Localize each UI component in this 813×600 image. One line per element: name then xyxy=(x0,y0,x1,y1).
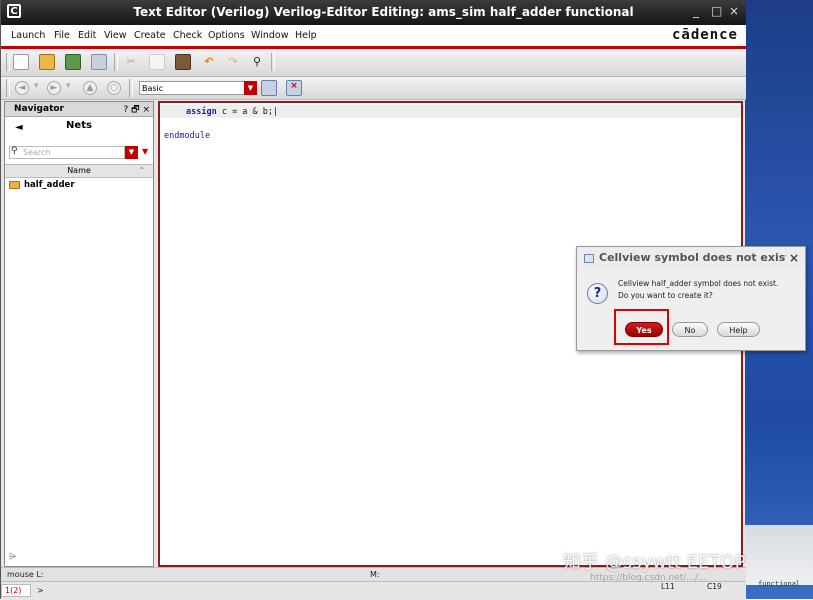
hierarchy-icon[interactable]: ⩥ xyxy=(9,552,16,562)
column-indicator: C19 xyxy=(707,582,722,591)
navigator-title: Navigator xyxy=(14,104,64,114)
workspace-combo[interactable]: Basic ▼ xyxy=(139,81,257,95)
forward-dropdown-icon[interactable]: ▾ xyxy=(66,81,71,91)
navigator-section-title: Nets xyxy=(66,120,92,131)
desktop-light-area xyxy=(745,525,813,585)
search-placeholder: Search xyxy=(23,148,51,157)
dialog-close-icon[interactable]: × xyxy=(785,247,799,269)
search-dropdown-icon[interactable]: ▼ xyxy=(142,147,148,156)
back-nav-icon[interactable]: ◄ xyxy=(15,81,29,95)
navigator-header: Navigator ? 🗗 × xyxy=(5,102,153,117)
toolbar-separator xyxy=(114,53,118,71)
command-prompt[interactable]: > xyxy=(37,582,44,599)
yes-button-highlight-box xyxy=(614,309,669,345)
question-icon: ? xyxy=(587,283,608,304)
workspace-combo-value: Basic xyxy=(142,84,164,93)
maximize-button[interactable]: □ xyxy=(711,4,722,18)
close-window-button[interactable]: × xyxy=(729,4,739,18)
toolbar-separator xyxy=(271,53,275,71)
code-text: c = a & b; xyxy=(216,107,274,117)
forward-nav-icon[interactable]: ► xyxy=(47,81,61,95)
no-button[interactable]: No xyxy=(672,322,708,337)
name-column-header[interactable]: Name ⌃ xyxy=(5,164,153,178)
new-file-icon[interactable] xyxy=(13,54,29,70)
watermark-text: 知乎 @ssywtt EETOP xyxy=(563,552,746,573)
up-nav-icon[interactable]: ▲ xyxy=(83,81,97,95)
menu-view[interactable]: View xyxy=(104,30,127,41)
code-line[interactable]: endmodule xyxy=(164,131,210,141)
dialog-message-line1: Cellview half_adder symbol does not exis… xyxy=(618,279,779,288)
command-status-bar: 1(2) > L11 C19 xyxy=(1,581,746,600)
search-options-icon[interactable]: ▼ xyxy=(125,146,138,159)
window-icon xyxy=(584,253,594,263)
menu-file[interactable]: File xyxy=(54,30,70,41)
menu-window[interactable]: Window xyxy=(251,30,288,41)
open-folder-icon[interactable] xyxy=(39,54,55,70)
toolbar-separator xyxy=(6,79,10,97)
save-icon[interactable] xyxy=(91,54,107,70)
list-item-label: half_adder xyxy=(24,180,75,190)
window-title: Text Editor (Verilog) Verilog-Editor Edi… xyxy=(133,5,634,19)
dialog-message-line2: Do you want to create it? xyxy=(618,291,713,300)
redo-icon[interactable]: ↷ xyxy=(225,54,241,70)
create-symbol-dialog: Cellview symbol does not exist × ? Cellv… xyxy=(576,246,806,351)
undo-icon[interactable]: ↶ xyxy=(201,54,217,70)
code-line[interactable]: assign c = a & b;| xyxy=(186,107,278,117)
list-item[interactable]: half_adder xyxy=(9,180,75,190)
sort-arrow-icon: ⌃ xyxy=(138,166,145,175)
navigator-search-input[interactable]: ⚲ Search xyxy=(9,146,125,159)
refresh-nav-icon[interactable]: ○ xyxy=(107,81,121,95)
code-keyword: assign xyxy=(186,107,217,117)
secondary-toolbar: ◄ ▾ ► ▾ ▲ ○ xyxy=(1,77,746,100)
mouse-left-status: mouse L: xyxy=(7,570,44,579)
combo-dropdown-icon[interactable]: ▼ xyxy=(244,81,257,95)
copy-icon[interactable] xyxy=(149,54,165,70)
menu-help[interactable]: Help xyxy=(295,30,317,41)
main-toolbar: ✂ ↶ ↷ ⚲ xyxy=(1,49,746,77)
menu-launch[interactable]: Launch xyxy=(11,30,45,41)
menu-create[interactable]: Create xyxy=(134,30,166,41)
command-index: 1(2) xyxy=(1,584,31,597)
dialog-title-bar[interactable]: Cellview symbol does not exist xyxy=(577,247,805,269)
workspace-delete-icon[interactable]: × xyxy=(286,80,302,96)
title-bar[interactable]: C Text Editor (Verilog) Verilog-Editor E… xyxy=(1,0,746,25)
menu-edit[interactable]: Edit xyxy=(78,30,96,41)
search-icon: ⚲ xyxy=(11,146,18,156)
navigator-controls[interactable]: ? 🗗 × xyxy=(124,102,151,118)
minimize-button[interactable]: _ xyxy=(693,4,699,18)
back-dropdown-icon[interactable]: ▾ xyxy=(34,81,39,91)
search-icon[interactable]: ⚲ xyxy=(249,54,265,70)
mouse-middle-status: M: xyxy=(370,570,380,579)
folder-icon xyxy=(9,180,20,189)
menu-bar: Launch File Edit View Create Check Optio… xyxy=(1,25,746,49)
column-header-label: Name xyxy=(67,166,91,175)
watermark-url: https://blog.csdn.net/.../... xyxy=(590,573,707,583)
cadence-logo: cādence xyxy=(671,27,738,43)
help-button[interactable]: Help xyxy=(717,322,760,337)
workspace-load-icon[interactable] xyxy=(261,80,277,96)
toolbar-separator xyxy=(6,53,10,71)
dialog-title: Cellview symbol does not exist xyxy=(599,251,791,264)
corner-text: functional xyxy=(758,580,801,588)
cut-icon[interactable]: ✂ xyxy=(123,54,139,70)
menu-check[interactable]: Check xyxy=(173,30,202,41)
paste-icon[interactable] xyxy=(175,54,191,70)
line-indicator: L11 xyxy=(661,582,675,591)
save-check-icon[interactable] xyxy=(65,54,81,70)
menu-options[interactable]: Options xyxy=(208,30,245,41)
toolbar-separator xyxy=(129,79,133,97)
navigator-panel: Navigator ? 🗗 × ◄ Nets ⚲ Search ▼ ▼ Name… xyxy=(4,101,154,567)
